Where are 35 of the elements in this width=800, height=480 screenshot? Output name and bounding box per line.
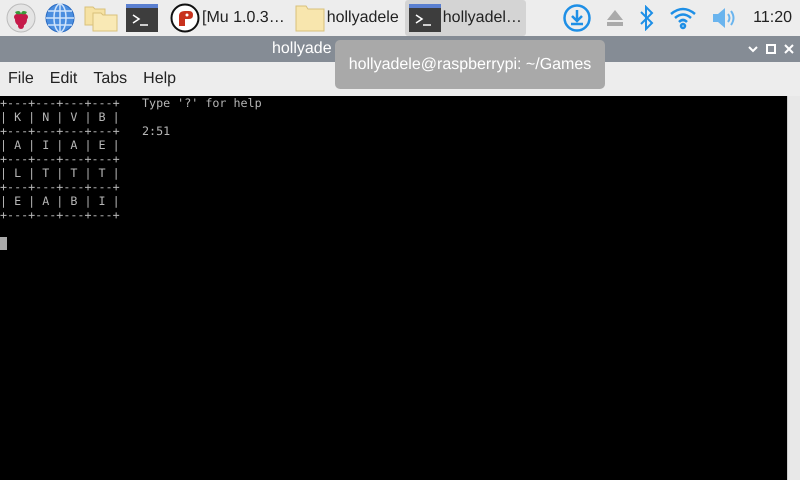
board-line: | L | T | T | T | bbox=[0, 166, 121, 180]
board-line: | E | A | B | I | bbox=[0, 194, 121, 208]
globe-icon[interactable] bbox=[44, 2, 76, 34]
help-text: Type '?' for help bbox=[142, 96, 262, 110]
board-line: +---+---+---+---+ bbox=[0, 96, 121, 110]
terminal-icon[interactable] bbox=[408, 4, 441, 32]
taskbar-button[interactable]: hollyadel… bbox=[404, 0, 526, 36]
menu-item[interactable]: Tabs bbox=[89, 70, 132, 88]
menu-item[interactable]: Help bbox=[139, 70, 180, 88]
close-icon[interactable] bbox=[784, 44, 794, 54]
menu-item[interactable]: Edit bbox=[46, 70, 82, 88]
download-icon[interactable] bbox=[563, 4, 592, 32]
window-title: hollyade bbox=[272, 40, 333, 58]
taskbar-button[interactable]: [Mu 1.0.3… bbox=[166, 0, 289, 36]
board-line: +---+---+---+---+ bbox=[0, 124, 121, 138]
maximize-icon[interactable] bbox=[766, 44, 776, 54]
board-line: | K | N | V | B | bbox=[0, 110, 121, 124]
board-line: | A | I | A | E | bbox=[0, 138, 121, 152]
text-cursor bbox=[0, 237, 7, 250]
raspberry-icon[interactable] bbox=[6, 3, 36, 33]
board-line: +---+---+---+---+ bbox=[0, 152, 121, 166]
eject-icon[interactable] bbox=[605, 9, 626, 27]
tooltip: hollyadele@raspberrypi: ~/Games bbox=[335, 40, 605, 89]
minimize-icon[interactable] bbox=[748, 45, 758, 53]
board-line: +---+---+---+---+ bbox=[0, 208, 121, 222]
terminal-icon[interactable] bbox=[126, 4, 158, 32]
taskbar-button[interactable]: hollyadele bbox=[290, 0, 403, 36]
scrollbar[interactable] bbox=[787, 96, 800, 480]
clock: 11:20 bbox=[753, 9, 792, 27]
timer-text: 2:51 bbox=[142, 124, 172, 138]
bluetooth-icon[interactable] bbox=[639, 5, 656, 31]
mu-logo-icon[interactable] bbox=[170, 3, 200, 33]
board-line: +---+---+---+---+ bbox=[0, 180, 121, 194]
wifi-icon[interactable] bbox=[669, 6, 698, 30]
menu-item[interactable]: File bbox=[4, 70, 38, 88]
